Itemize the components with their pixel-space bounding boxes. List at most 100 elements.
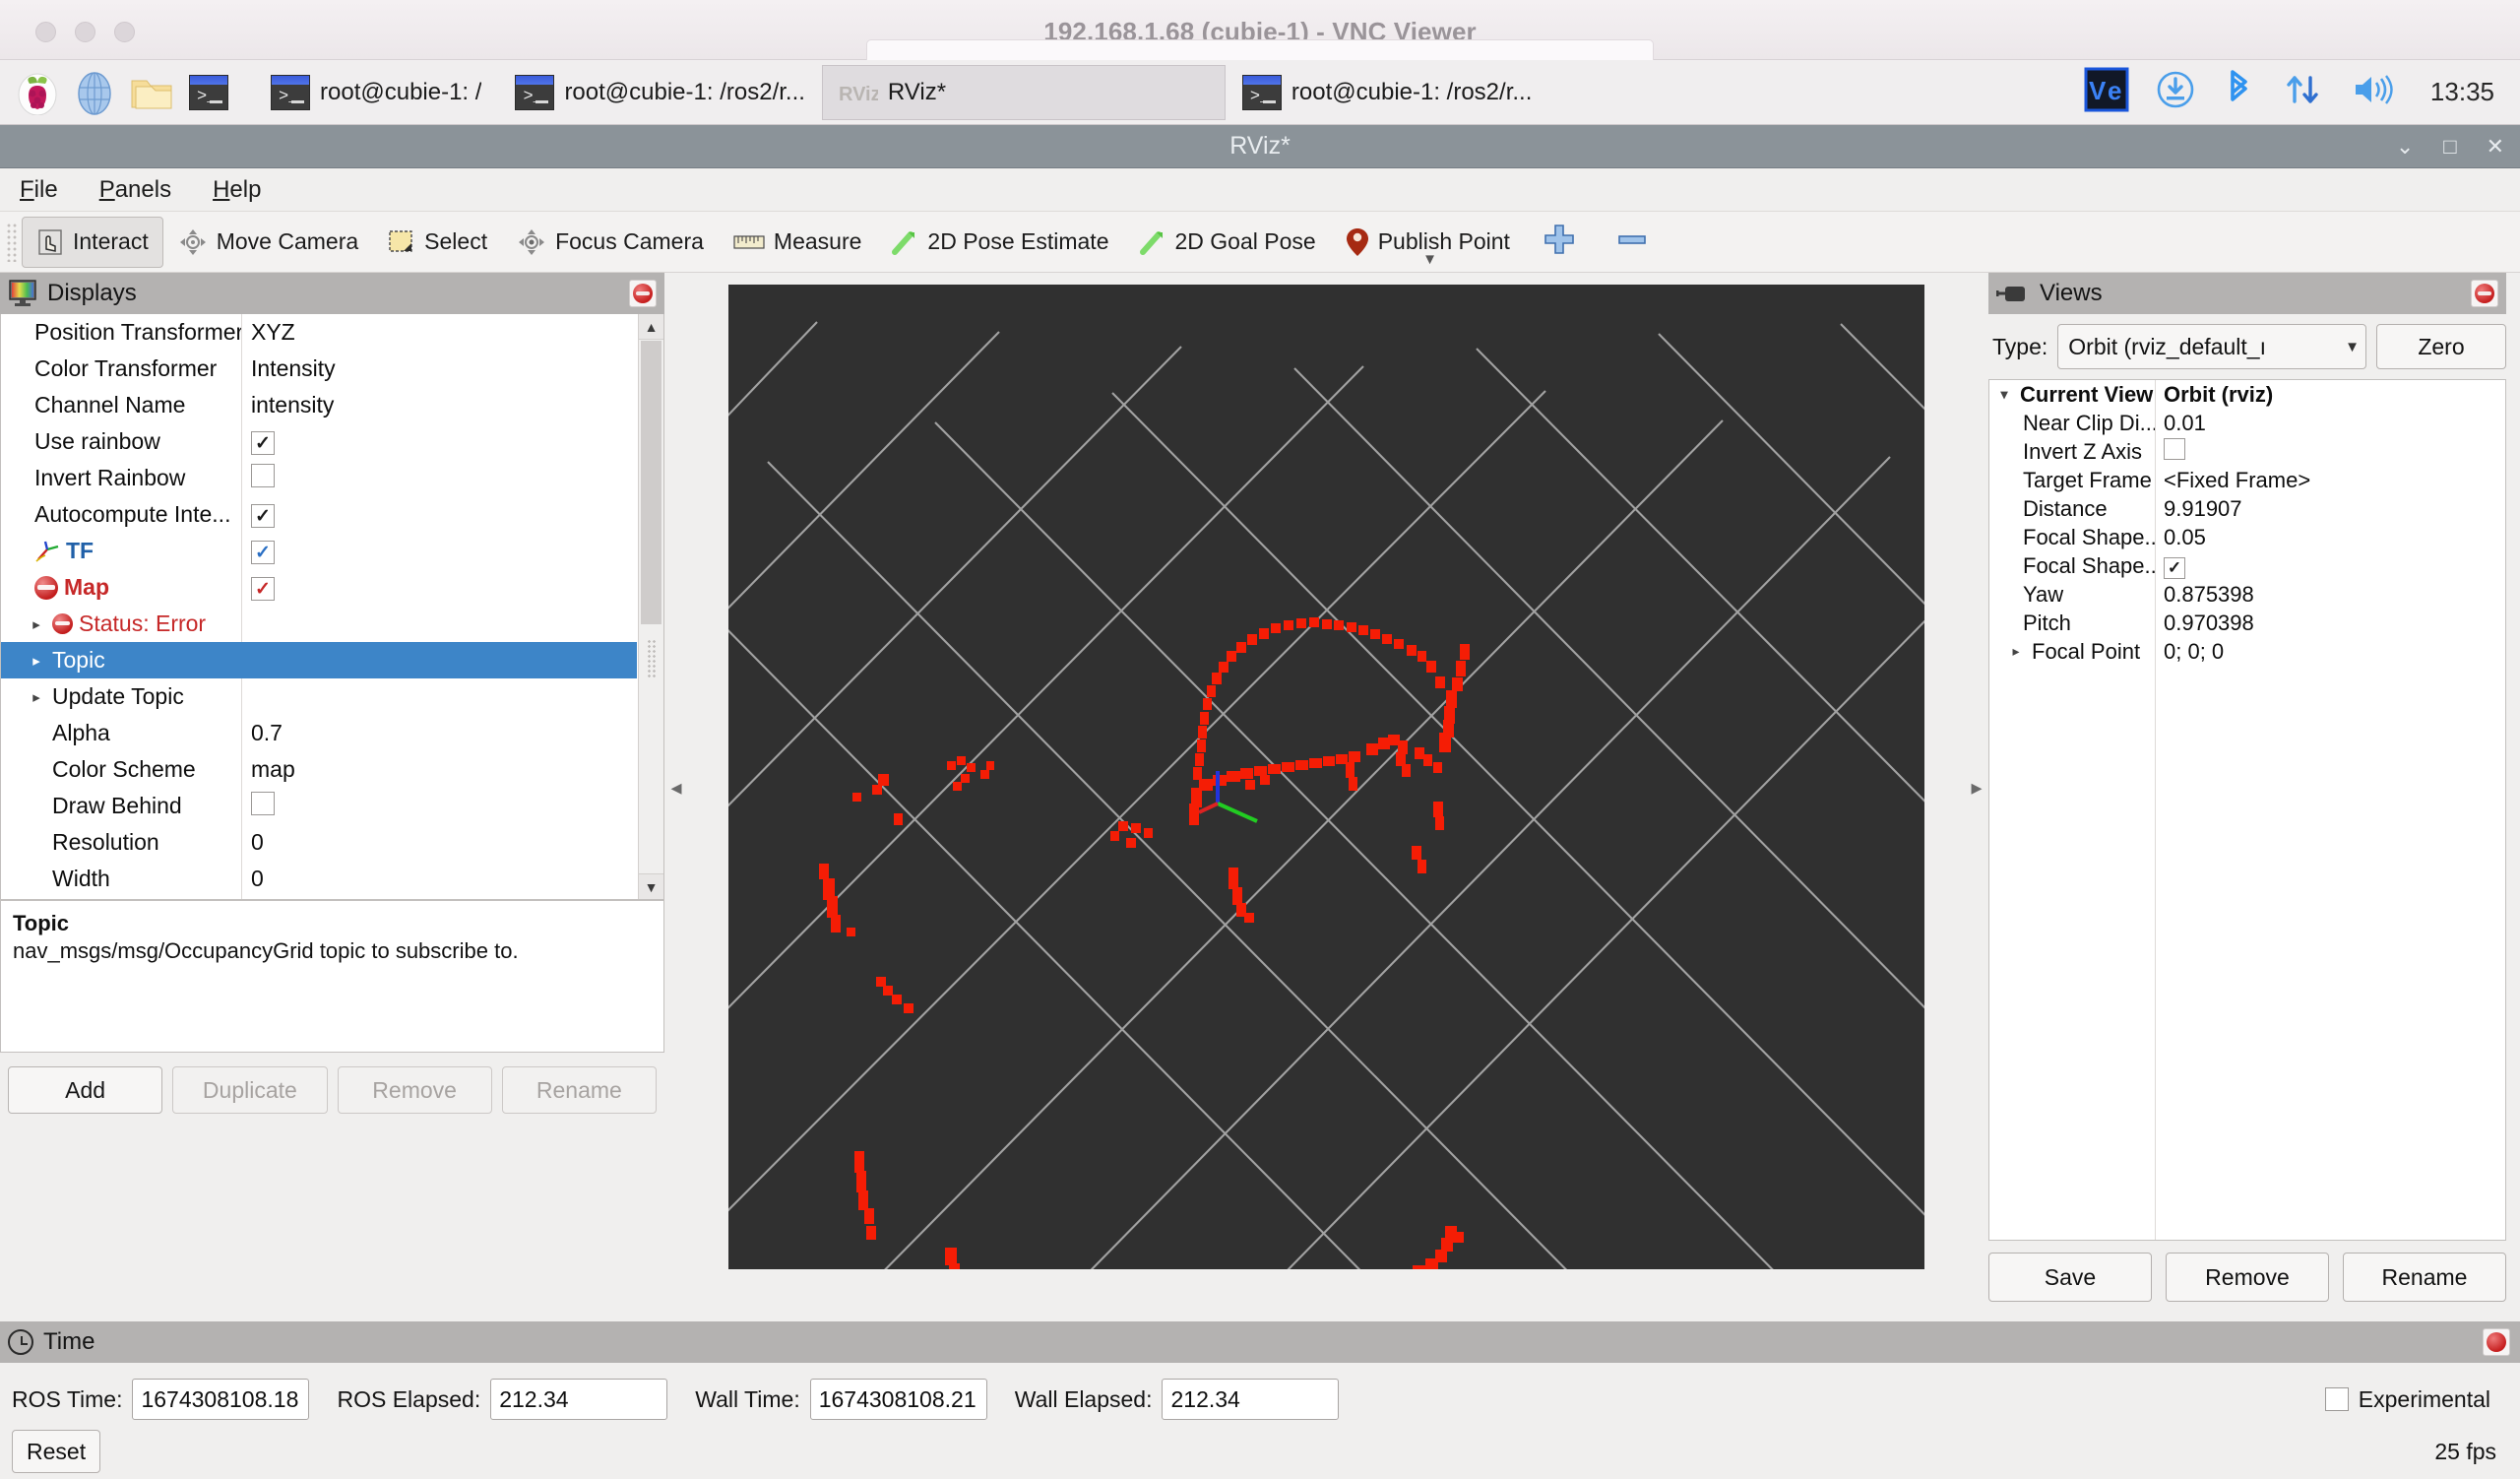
bluetooth-icon[interactable] — [2222, 68, 2255, 117]
views-row-current-view[interactable]: ▾ Current View Orbit (rviz) — [1989, 380, 2505, 409]
close-icon[interactable]: ✕ — [2487, 136, 2504, 158]
row-value[interactable]: Orbit (rviz) — [2155, 382, 2505, 408]
remove-view-button[interactable]: Remove — [2166, 1253, 2329, 1302]
left-splitter-handle[interactable]: ◂ — [664, 756, 688, 819]
remove-tool-button[interactable] — [1615, 223, 1649, 262]
raspberry-icon[interactable] — [14, 69, 61, 116]
menu-file[interactable]: File — [16, 174, 62, 206]
row-value[interactable]: 0.05 — [2155, 525, 2505, 550]
close-time-panel-button[interactable] — [2483, 1328, 2510, 1356]
views-row-pitch[interactable]: Pitch 0.970398 — [1989, 609, 2505, 637]
row-value[interactable]: 0; 0; 0 — [2155, 639, 2505, 665]
tool-measure[interactable]: Measure — [719, 217, 876, 268]
table-row-tf[interactable]: ▸ TF ✓ — [1, 533, 637, 569]
table-row-map[interactable]: ▸ Map ✓ — [1, 569, 637, 606]
tool-move-camera[interactable]: Move Camera — [163, 217, 373, 268]
views-row-invert-z[interactable]: Invert Z Axis — [1989, 437, 2505, 466]
table-row[interactable]: ▸Width 0 — [1, 861, 637, 897]
checkbox[interactable]: ✓ — [251, 504, 275, 529]
expander-icon[interactable]: ▸ — [27, 615, 46, 633]
minimize-icon[interactable]: ⌄ — [2396, 136, 2414, 158]
vnc-server-icon[interactable]: V e — [2084, 67, 2129, 118]
zero-view-button[interactable]: Zero — [2376, 324, 2506, 369]
checkbox[interactable] — [251, 463, 275, 487]
table-row[interactable]: ▸Alpha 0.7 — [1, 715, 637, 751]
row-value[interactable]: XYZ — [241, 319, 637, 346]
views-row-focal-shape-size[interactable]: Focal Shape... 0.05 — [1989, 523, 2505, 551]
scrollbar-thumb[interactable] — [641, 341, 662, 624]
row-value[interactable]: map — [241, 756, 637, 783]
row-value[interactable]: 0.970398 — [2155, 611, 2505, 636]
table-row[interactable]: ▸Invert Rainbow — [1, 460, 637, 496]
table-row[interactable]: ▸Resolution 0 — [1, 824, 637, 861]
row-value[interactable]: 0.01 — [2155, 411, 2505, 436]
row-value[interactable]: <Fixed Frame> — [2155, 468, 2505, 493]
views-row-yaw[interactable]: Yaw 0.875398 — [1989, 580, 2505, 609]
globe-icon[interactable] — [71, 69, 118, 116]
volume-icon[interactable] — [2350, 69, 2395, 116]
views-row-focal-shape-fixed[interactable]: Focal Shape... ✓ — [1989, 551, 2505, 580]
experimental-toggle[interactable]: Experimental — [2324, 1386, 2490, 1413]
taskbar-task-3[interactable]: >_ root@cubie-1: /ros2/r... — [1226, 65, 1548, 120]
add-display-button[interactable]: Add — [8, 1066, 163, 1114]
row-value[interactable]: Intensity — [241, 355, 637, 382]
table-row[interactable]: ▸Use rainbow ✓ — [1, 423, 637, 460]
row-value[interactable]: 0 — [241, 829, 637, 856]
scroll-up-icon[interactable]: ▲ — [639, 314, 663, 340]
views-row-focal-point[interactable]: ▸ Focal Point 0; 0; 0 — [1989, 637, 2505, 666]
row-value[interactable]: 0.875398 — [2155, 582, 2505, 608]
checkbox[interactable] — [251, 791, 275, 815]
table-row-status[interactable]: ▸ Status: Error — [1, 606, 637, 642]
expander-icon[interactable]: ▸ — [2005, 643, 2027, 660]
scroll-down-icon[interactable]: ▼ — [639, 873, 663, 899]
wall-elapsed-input[interactable]: 212.34 — [1162, 1379, 1340, 1420]
taskbar-task-rviz[interactable]: RViz RViz* — [821, 64, 1226, 120]
views-row-target-frame[interactable]: Target Frame <Fixed Frame> — [1989, 466, 2505, 494]
right-splitter-handle[interactable]: ▸ — [1965, 756, 1988, 819]
tool-select[interactable]: Select — [373, 217, 502, 268]
ros-elapsed-input[interactable]: 212.34 — [490, 1379, 668, 1420]
toolbar-drag-handle[interactable] — [6, 222, 18, 262]
view-type-dropdown[interactable]: Orbit (rviz_default_ı ▼ — [2057, 324, 2366, 369]
checkbox[interactable]: ✓ — [251, 541, 275, 565]
views-property-tree[interactable]: ▾ Current View Orbit (rviz) Near Clip Di.… — [1988, 379, 2506, 1241]
add-tool-button[interactable] — [1543, 223, 1576, 262]
3d-render-view[interactable] — [728, 285, 1924, 1269]
taskbar-clock[interactable]: 13:35 — [2430, 77, 2494, 107]
table-row[interactable]: ▸Color Scheme map — [1, 751, 637, 788]
close-views-panel-button[interactable] — [2471, 280, 2498, 307]
duplicate-display-button[interactable]: Duplicate — [172, 1066, 328, 1114]
checkbox[interactable]: ✓ — [251, 577, 275, 602]
displays-property-tree[interactable]: ▸Position Transformer XYZ ▸Color Transfo… — [0, 314, 664, 900]
row-value[interactable]: 0.7 — [241, 720, 637, 746]
reset-button[interactable]: Reset — [12, 1430, 101, 1473]
ros-time-input[interactable]: 1674308108.18 — [132, 1379, 310, 1420]
table-row[interactable]: ▸Color Transformer Intensity — [1, 351, 637, 387]
remove-display-button[interactable]: Remove — [337, 1066, 492, 1114]
row-value[interactable]: 0 — [241, 866, 637, 892]
expander-icon[interactable]: ▸ — [27, 688, 46, 706]
vnc-session-tab[interactable] — [866, 39, 1654, 61]
expander-icon[interactable]: ▾ — [1993, 386, 2015, 403]
displays-scrollbar[interactable]: ▲ ▼ — [638, 314, 663, 899]
maximize-icon[interactable]: □ — [2443, 136, 2456, 158]
save-view-button[interactable]: Save — [1988, 1253, 2152, 1302]
table-row[interactable]: ▸Height 0 — [1, 897, 637, 899]
menu-help[interactable]: Help — [209, 174, 265, 206]
row-value[interactable]: intensity — [241, 392, 637, 418]
network-icon[interactable] — [2281, 68, 2324, 117]
views-row-distance[interactable]: Distance 9.91907 — [1989, 494, 2505, 523]
table-row[interactable]: ▸Channel Name intensity — [1, 387, 637, 423]
toolbar-overflow-chevron[interactable]: ▼ — [1422, 251, 1437, 268]
tool-focus-camera[interactable]: Focus Camera — [502, 217, 719, 268]
tool-2d-pose-estimate[interactable]: 2D Pose Estimate — [876, 217, 1123, 268]
table-row[interactable]: ▸Position Transformer XYZ — [1, 314, 637, 351]
table-row[interactable]: ▸Autocompute Inte... ✓ — [1, 496, 637, 533]
taskbar-task-0[interactable]: >_ root@cubie-1: / — [254, 65, 498, 120]
terminal-icon[interactable]: >_ — [185, 69, 232, 116]
folder-icon[interactable] — [128, 69, 175, 116]
views-column-divider[interactable] — [2155, 380, 2156, 1240]
table-row[interactable]: ▸Draw Behind — [1, 788, 637, 824]
checkbox[interactable] — [2324, 1387, 2349, 1411]
tool-interact[interactable]: Interact — [22, 216, 163, 268]
